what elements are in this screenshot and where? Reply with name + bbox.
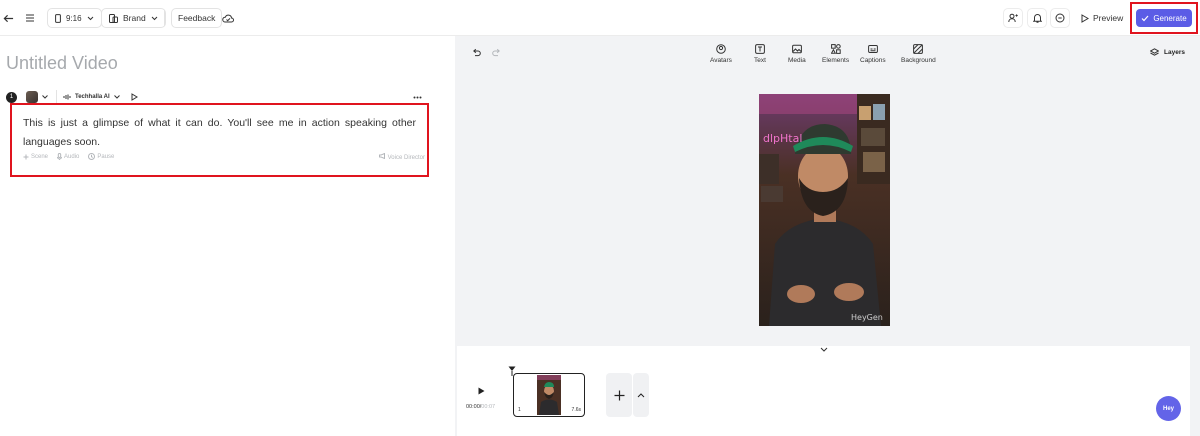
text-icon — [755, 44, 765, 54]
chevron-down-icon — [151, 16, 158, 20]
voice-name: Techhalla AI — [75, 94, 110, 100]
pause-tool[interactable]: Pause — [88, 153, 114, 160]
aspect-ratio-select[interactable]: 9:16 — [47, 8, 102, 28]
script-textarea[interactable]: This is just a glimpse of what it can do… — [23, 114, 416, 151]
background-tool[interactable]: Background — [901, 44, 936, 64]
text-label: Text — [754, 57, 766, 64]
avatars-tool[interactable]: Avatars — [710, 44, 732, 64]
highlight-box — [1130, 2, 1198, 34]
voice-director-tool[interactable]: Voice Director — [378, 152, 425, 161]
assistant-button[interactable]: Hey — [1156, 396, 1181, 421]
phone-icon — [55, 13, 61, 23]
scene-header: 1 Techhalla AI — [6, 90, 426, 104]
preview-button[interactable]: Preview — [1081, 8, 1123, 28]
play-icon[interactable] — [131, 93, 138, 101]
collapse-chevron-icon[interactable] — [819, 345, 829, 355]
captions-tool[interactable]: Captions — [860, 44, 886, 64]
play-icon — [478, 387, 484, 395]
audio-tool-label: Audio — [64, 153, 80, 160]
highlight-box: This is just a glimpse of what it can do… — [10, 103, 429, 177]
chevron-down-icon[interactable] — [42, 95, 48, 99]
canvas-panel: Avatars Text Media Elements Captions Bac… — [455, 36, 1200, 436]
brand-label: Brand — [123, 13, 146, 23]
avatars-label: Avatars — [710, 57, 732, 64]
chevron-down-icon — [113, 95, 120, 99]
media-label: Media — [788, 57, 806, 64]
layers-icon — [1150, 48, 1159, 56]
clip-duration: 7.6s — [571, 407, 581, 413]
assistant-label: Hey — [1162, 405, 1174, 412]
brand-select[interactable]: Brand — [101, 8, 166, 28]
cloud-save-icon[interactable] — [222, 8, 234, 28]
avatar-video-frame: dlpHtal HeyGen — [759, 94, 890, 326]
neon-sign: dlpHtal — [763, 132, 802, 145]
more-options-icon[interactable] — [413, 96, 422, 99]
add-collaborator-icon[interactable] — [1003, 8, 1023, 28]
clip-thumbnail — [537, 375, 561, 415]
scene-number: 1 — [6, 91, 17, 103]
scene-tool-label: Scene — [31, 153, 49, 160]
heygen-watermark: HeyGen — [851, 313, 883, 322]
comment-icon[interactable] — [1050, 8, 1070, 28]
feedback-button[interactable]: Feedback — [171, 8, 223, 28]
megaphone-icon — [378, 152, 385, 160]
time-display: 00:00/00:07 — [466, 404, 496, 410]
aspect-ratio-label: 9:16 — [66, 13, 82, 23]
video-preview[interactable]: dlpHtal HeyGen — [759, 94, 890, 326]
captions-label: Captions — [860, 57, 886, 64]
pause-icon — [88, 153, 96, 160]
voice-director-label: Voice Director — [387, 155, 425, 161]
add-scene-button[interactable] — [606, 373, 632, 417]
plus-icon — [614, 390, 624, 400]
redo-icon[interactable] — [492, 48, 501, 57]
elements-tool[interactable]: Elements — [822, 44, 849, 64]
captions-icon — [867, 45, 878, 53]
media-tool[interactable]: Media — [788, 44, 806, 64]
elements-label: Elements — [822, 57, 850, 64]
layers-label: Layers — [1164, 49, 1185, 56]
avatar-icon — [716, 44, 726, 54]
avatar-thumbnail[interactable] — [26, 91, 38, 103]
plus-icon — [23, 154, 29, 159]
chevron-down-icon — [87, 16, 93, 20]
voice-select[interactable]: Techhalla AI — [56, 90, 120, 104]
waveform-icon — [63, 94, 71, 100]
play-icon — [1081, 13, 1089, 23]
back-arrow-icon[interactable] — [3, 8, 15, 28]
pause-tool-label: Pause — [97, 153, 115, 160]
notification-bell-icon[interactable] — [1027, 8, 1047, 28]
chevron-up-icon — [637, 393, 645, 398]
brand-kit-icon — [109, 13, 118, 23]
preview-label: Preview — [1093, 13, 1124, 23]
clip-index: 1 — [518, 407, 521, 413]
background-icon — [913, 44, 924, 54]
divider — [164, 10, 165, 26]
text-tool[interactable]: Text — [754, 44, 766, 64]
audio-tool[interactable]: Audio — [57, 153, 79, 160]
image-icon — [791, 44, 802, 54]
script-panel: Untitled Video 1 Techhalla AI This is ju… — [0, 36, 455, 436]
script-tools: Scene Audio Pause — [23, 153, 114, 160]
menu-icon[interactable] — [25, 8, 37, 28]
expand-timeline-button[interactable] — [633, 373, 649, 417]
microphone-icon — [57, 153, 63, 160]
shapes-icon — [830, 44, 841, 54]
add-scene-tool[interactable]: Scene — [23, 153, 48, 160]
top-bar: 9:16 Brand Feedback Preview Generate — [0, 0, 1200, 36]
timeline-panel: 00:00/00:07 1 7.6s — [457, 346, 1190, 436]
total-time: 00:07 — [481, 404, 496, 410]
timeline-play-button[interactable] — [471, 381, 491, 401]
undo-icon[interactable] — [472, 48, 481, 57]
video-title-input[interactable]: Untitled Video — [6, 53, 118, 74]
current-time: 00:00 — [466, 404, 480, 410]
feedback-label: Feedback — [178, 13, 216, 23]
timeline-clip[interactable]: 1 7.6s — [513, 373, 585, 417]
background-label: Background — [901, 57, 936, 64]
layers-button[interactable]: Layers — [1150, 48, 1185, 57]
